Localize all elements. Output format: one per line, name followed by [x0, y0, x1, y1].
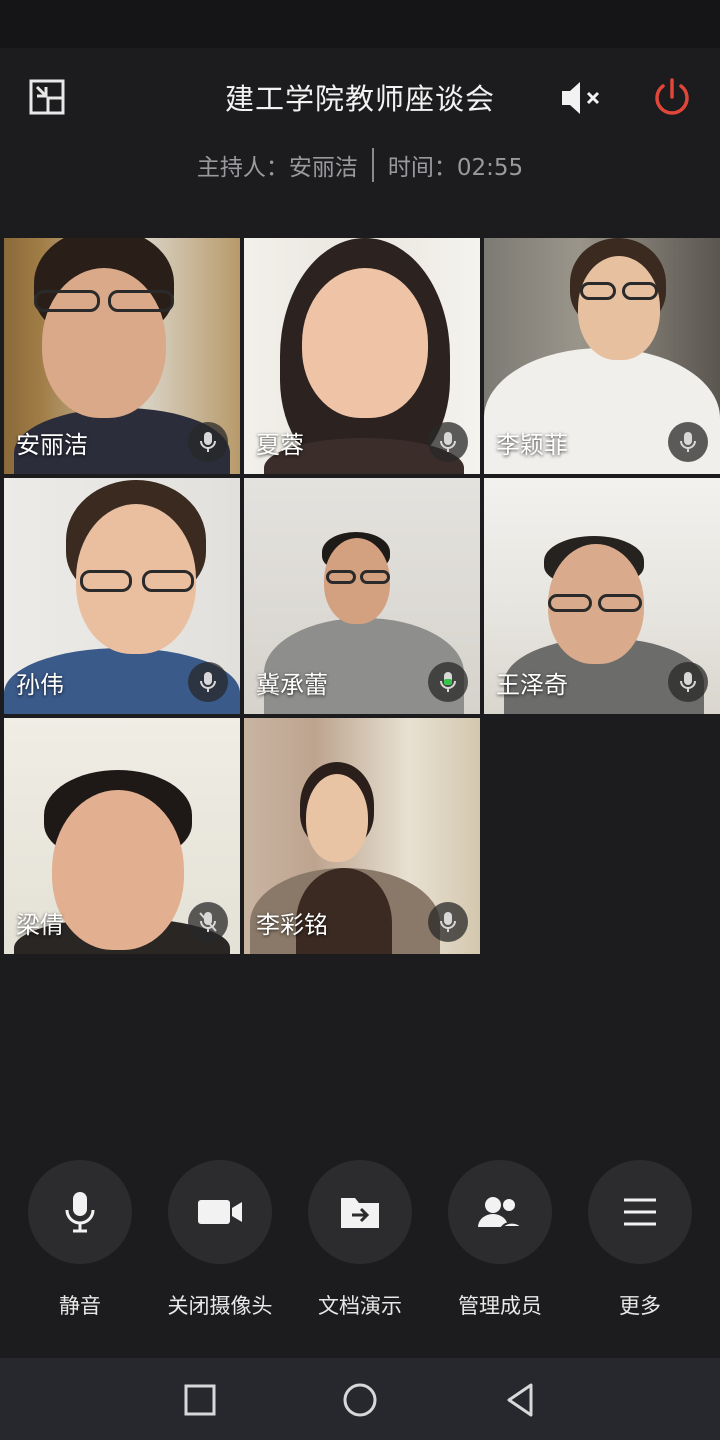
- status-bar: [0, 0, 720, 48]
- participant-name: 冀承蕾: [256, 671, 328, 699]
- manage-members-button[interactable]: 管理成员: [430, 1160, 570, 1320]
- camera-off-button[interactable]: 关闭摄像头: [150, 1160, 290, 1320]
- members-label: 管理成员: [458, 1294, 542, 1318]
- mic-speaking-icon: [428, 662, 468, 702]
- mic-icon: [668, 662, 708, 702]
- mic-icon: [668, 422, 708, 462]
- participant-tile[interactable]: 孙伟: [4, 478, 240, 714]
- share-document-button[interactable]: 文档演示: [290, 1160, 430, 1320]
- home-circle-icon[interactable]: [340, 1380, 380, 1420]
- participant-tile[interactable]: 夏蓉: [244, 238, 480, 474]
- recent-apps-square-icon[interactable]: [180, 1380, 220, 1420]
- meeting-info: 主持人：安丽洁 时间：02:55: [0, 148, 720, 182]
- speaker-muted-icon[interactable]: [558, 78, 608, 118]
- participant-tile[interactable]: 李颖菲: [484, 238, 720, 474]
- mute-button[interactable]: 静音: [10, 1160, 150, 1320]
- microphone-icon[interactable]: [28, 1160, 132, 1264]
- more-label: 更多: [619, 1294, 661, 1318]
- elapsed-time: 时间：02:55: [387, 155, 524, 181]
- participant-name: 王泽奇: [496, 671, 568, 699]
- mic-icon: [428, 902, 468, 942]
- participant-name: 梁倩: [16, 911, 64, 939]
- mic-icon: [188, 422, 228, 462]
- mic-muted-icon: [188, 902, 228, 942]
- participant-tile[interactable]: 冀承蕾: [244, 478, 480, 714]
- host-label: 主持人：安丽洁: [196, 155, 358, 181]
- participant-name: 夏蓉: [256, 431, 304, 459]
- share-doc-label: 文档演示: [318, 1294, 402, 1318]
- camera-label: 关闭摄像头: [167, 1294, 273, 1318]
- participant-tile[interactable]: 李彩铭: [244, 718, 480, 954]
- video-camera-icon[interactable]: [168, 1160, 272, 1264]
- participant-tile[interactable]: 王泽奇: [484, 478, 720, 714]
- more-button[interactable]: 更多: [570, 1160, 710, 1320]
- participant-name: 李彩铭: [256, 911, 328, 939]
- participant-tile[interactable]: 安丽洁: [4, 238, 240, 474]
- participant-name: 李颖菲: [496, 431, 568, 459]
- participant-name: 孙伟: [16, 671, 64, 699]
- info-divider: [371, 148, 374, 182]
- mic-icon: [428, 422, 468, 462]
- participant-tile[interactable]: 梁倩: [4, 718, 240, 954]
- mic-icon: [188, 662, 228, 702]
- system-nav-bar: [0, 1358, 720, 1440]
- meeting-toolbar: 静音 关闭摄像头 文档演示 管理成员 更多: [0, 1160, 720, 1330]
- mute-label: 静音: [59, 1294, 101, 1318]
- folder-share-icon[interactable]: [308, 1160, 412, 1264]
- participant-name: 安丽洁: [16, 431, 88, 459]
- members-icon[interactable]: [448, 1160, 552, 1264]
- menu-icon[interactable]: [588, 1160, 692, 1264]
- meeting-title: 建工学院教师座谈会: [224, 82, 495, 116]
- end-meeting-power-icon[interactable]: [650, 76, 694, 120]
- back-triangle-icon[interactable]: [500, 1380, 540, 1420]
- meeting-header: 建工学院教师座谈会 主持人：安丽洁 时间：02:55: [0, 48, 720, 238]
